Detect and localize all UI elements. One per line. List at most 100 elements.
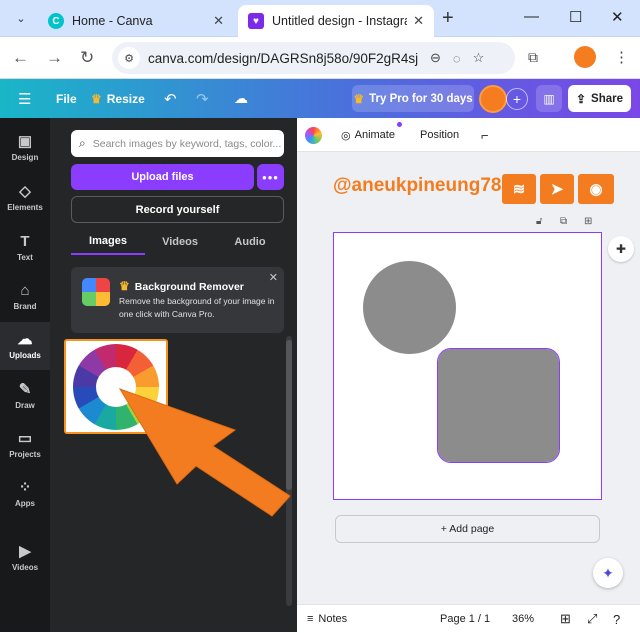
resize-button[interactable]: ♛ Resize xyxy=(91,79,145,118)
rail-label: Design xyxy=(11,153,39,162)
forward-icon[interactable]: → xyxy=(46,48,63,68)
discord-logo-icon: ◉ xyxy=(578,174,614,204)
add-comment-icon[interactable]: ✚ xyxy=(608,236,634,262)
close-tab-icon[interactable]: ✕ xyxy=(213,13,224,29)
browser-tab-home[interactable]: C Home - Canva ✕ xyxy=(38,5,234,37)
extensions-icon[interactable]: ⧉ xyxy=(528,49,538,66)
crown-icon: ♛ xyxy=(353,91,365,106)
user-avatar[interactable] xyxy=(479,85,507,113)
editor-footer: ≡ Notes Page 1 / 1 36% ⊞ ⤢ ? xyxy=(297,604,640,632)
back-icon[interactable]: ← xyxy=(12,48,29,68)
tab-search-button[interactable]: ⌄ xyxy=(10,8,32,28)
magic-sparkle-icon[interactable]: ✦ xyxy=(593,558,623,588)
bookmark-star-icon[interactable]: ☆ xyxy=(473,50,485,66)
maximize-icon[interactable]: ☐ xyxy=(569,8,582,26)
search-input[interactable]: ⌕ Search images by keyword, tags, color.… xyxy=(71,130,284,157)
uploads-panel: ⌕ Search images by keyword, tags, color.… xyxy=(50,118,297,632)
background-remover-image xyxy=(82,278,110,306)
undo-icon[interactable]: ↶ xyxy=(164,79,177,118)
tab-audio[interactable]: Audio xyxy=(215,229,285,255)
background-remover-promo[interactable]: ♛ Background Remover Remove the backgroun… xyxy=(71,267,284,333)
canva-header: ☰ File ♛ Resize ↶ ↷ ☁ ♛ Try Pro for 30 d… xyxy=(0,79,640,118)
notes-icon: ≡ xyxy=(307,613,314,625)
insights-chart-icon[interactable]: ▥ xyxy=(536,85,562,112)
panel-scrollbar[interactable] xyxy=(286,336,292,606)
search-placeholder: Search images by keyword, tags, color... xyxy=(92,137,282,150)
upload-more-options-icon[interactable]: ••• xyxy=(257,164,284,190)
help-icon[interactable]: ? xyxy=(613,605,620,633)
share-button[interactable]: ⇪ Share xyxy=(568,85,631,112)
rail-item-uploads[interactable]: ☁ Uploads xyxy=(0,322,50,370)
tab-videos[interactable]: Videos xyxy=(145,229,215,255)
rail-item-draw[interactable]: ✎ Draw xyxy=(0,372,50,420)
invite-plus-icon[interactable]: + xyxy=(506,88,528,110)
tab-title: Home - Canva xyxy=(72,14,153,28)
color-picker-icon[interactable] xyxy=(305,127,322,144)
browser-menu-icon[interactable]: ⋮ xyxy=(614,48,629,66)
window-close-icon[interactable]: ✕ xyxy=(611,8,624,26)
animate-button[interactable]: ◎ Animate xyxy=(341,118,395,152)
rail-item-videos[interactable]: ▶ Videos xyxy=(0,534,50,582)
minimize-icon[interactable]: — xyxy=(524,8,539,25)
design-page[interactable] xyxy=(333,232,602,500)
position-button[interactable]: Position xyxy=(420,118,459,152)
promo-description: Remove the background of your image in o… xyxy=(119,296,275,319)
add-page-button[interactable]: + Add page xyxy=(335,515,600,543)
close-promo-icon[interactable]: ✕ xyxy=(269,271,278,284)
try-pro-button[interactable]: ♛ Try Pro for 30 days xyxy=(352,85,474,112)
rail-item-design[interactable]: ▣ Design xyxy=(0,124,50,172)
zoom-icon[interactable]: ⊖ xyxy=(430,50,441,66)
gray-rounded-square-shape[interactable] xyxy=(437,348,560,463)
uploaded-image-color-wheel[interactable] xyxy=(64,339,168,434)
new-tab-icon[interactable]: + xyxy=(442,7,454,30)
gray-circle-shape[interactable] xyxy=(363,261,456,354)
hide-icon[interactable]: ◌ xyxy=(453,51,461,66)
redo-icon[interactable]: ↷ xyxy=(196,79,209,118)
crown-icon: ♛ xyxy=(119,279,130,293)
rail-label: Brand xyxy=(13,302,37,311)
rail-item-brand[interactable]: ⌂ Brand xyxy=(0,273,50,321)
record-yourself-button[interactable]: Record yourself xyxy=(71,196,284,223)
browser-tab-strip: ⌄ C Home - Canva ✕ ♥ Untitled design - I… xyxy=(0,0,640,37)
browser-tab-design[interactable]: ♥ Untitled design - Instagram ✕ xyxy=(238,5,434,37)
address-bar[interactable]: ⚙ canva.com/design/DAGRSn8j58o/90F2gR4sj… xyxy=(112,42,515,74)
draw-icon: ✎ xyxy=(18,381,32,398)
brand-icon: ⌂ xyxy=(20,282,30,299)
duplicate-icon[interactable]: ⧉ xyxy=(560,216,567,227)
lock-icon[interactable]: 🔓︎ xyxy=(536,216,542,227)
telegram-logo-icon: ➤ xyxy=(540,174,574,204)
url-text[interactable]: canva.com/design/DAGRSn8j58o/90F2gR4sjA.… xyxy=(148,51,418,66)
promo-title-text: Background Remover xyxy=(134,281,244,293)
close-tab-icon[interactable]: ✕ xyxy=(413,13,424,29)
watermark-text: @aneukpineung78 xyxy=(333,175,502,196)
apps-icon: ⁘ xyxy=(18,479,32,496)
menu-icon[interactable]: ☰ xyxy=(18,79,31,118)
rail-item-text[interactable]: T Text xyxy=(0,224,50,272)
file-menu[interactable]: File xyxy=(56,79,77,118)
crown-icon: ♛ xyxy=(91,91,102,106)
cloud-saved-icon[interactable]: ☁ xyxy=(234,79,248,118)
add-page-icon[interactable]: ⊞ xyxy=(584,216,592,227)
site-info-icon[interactable]: ⚙ xyxy=(118,47,140,69)
rail-item-apps[interactable]: ⁘ Apps xyxy=(0,470,50,518)
fullscreen-icon[interactable]: ⤢ xyxy=(587,605,597,633)
rail-label: Draw xyxy=(15,401,35,410)
grid-view-icon[interactable]: ⊞ xyxy=(560,605,571,633)
rail-item-projects[interactable]: ▭ Projects xyxy=(0,421,50,469)
profile-avatar[interactable] xyxy=(574,46,596,68)
new-feature-dot xyxy=(397,122,402,127)
copy-style-icon[interactable]: ⌐ xyxy=(481,118,489,152)
tab-images[interactable]: Images xyxy=(71,229,145,255)
rail-item-elements[interactable]: ◇ Elements xyxy=(0,174,50,222)
upload-files-button[interactable]: Upload files xyxy=(71,164,254,190)
steem-logo-icon: ≋ xyxy=(502,174,536,204)
page-indicator[interactable]: Page 1 / 1 xyxy=(440,605,490,633)
rail-label: Text xyxy=(17,253,33,262)
notes-label: Notes xyxy=(318,613,348,625)
elements-icon: ◇ xyxy=(19,183,31,200)
reload-icon[interactable]: ↻ xyxy=(80,48,94,68)
zoom-level[interactable]: 36% xyxy=(512,605,534,633)
notes-button[interactable]: ≡ Notes xyxy=(307,605,347,633)
rail-label: Elements xyxy=(7,203,43,212)
address-toolbar: ← → ↻ ⚙ canva.com/design/DAGRSn8j58o/90F… xyxy=(0,37,640,79)
